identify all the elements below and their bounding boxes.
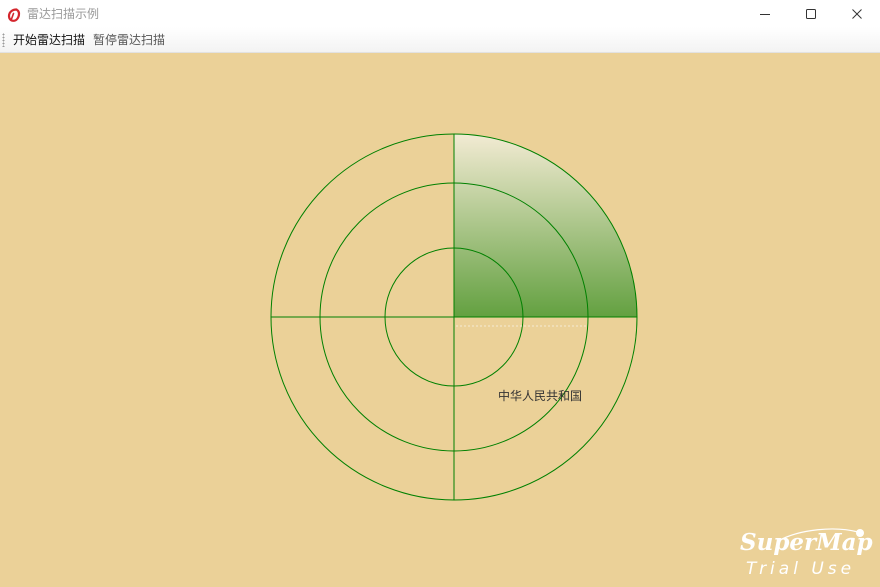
title-bar[interactable]: 雷达扫描示例 <box>0 0 880 27</box>
close-icon <box>852 8 862 19</box>
app-logo-icon <box>7 7 21 22</box>
app-window: 雷达扫描示例 开始雷达扫描 暂停雷达扫描 中华人民共和国 SuperMap Tr… <box>0 0 880 587</box>
maximize-icon <box>806 8 816 19</box>
supermap-watermark: SuperMap Trial Use <box>740 527 873 587</box>
window-title: 雷达扫描示例 <box>27 7 100 21</box>
pause-radar-scan-button[interactable]: 暂停雷达扫描 <box>90 29 168 50</box>
start-radar-scan-button[interactable]: 开始雷达扫描 <box>10 29 88 50</box>
close-button[interactable] <box>834 0 880 27</box>
toolbar: 开始雷达扫描 暂停雷达扫描 <box>0 27 880 53</box>
maximize-button[interactable] <box>788 0 834 27</box>
radar-sweep <box>454 134 637 317</box>
radar-svg <box>270 133 638 501</box>
toolbar-grip[interactable] <box>2 32 5 47</box>
map-view[interactable]: 中华人民共和国 SuperMap Trial Use <box>0 53 880 587</box>
window-controls <box>742 0 880 27</box>
map-country-label: 中华人民共和国 <box>498 389 583 403</box>
minimize-button[interactable] <box>742 0 788 27</box>
watermark-sub: Trial Use <box>746 559 856 579</box>
minimize-icon <box>760 13 770 15</box>
watermark-brand: SuperMap <box>740 529 873 556</box>
